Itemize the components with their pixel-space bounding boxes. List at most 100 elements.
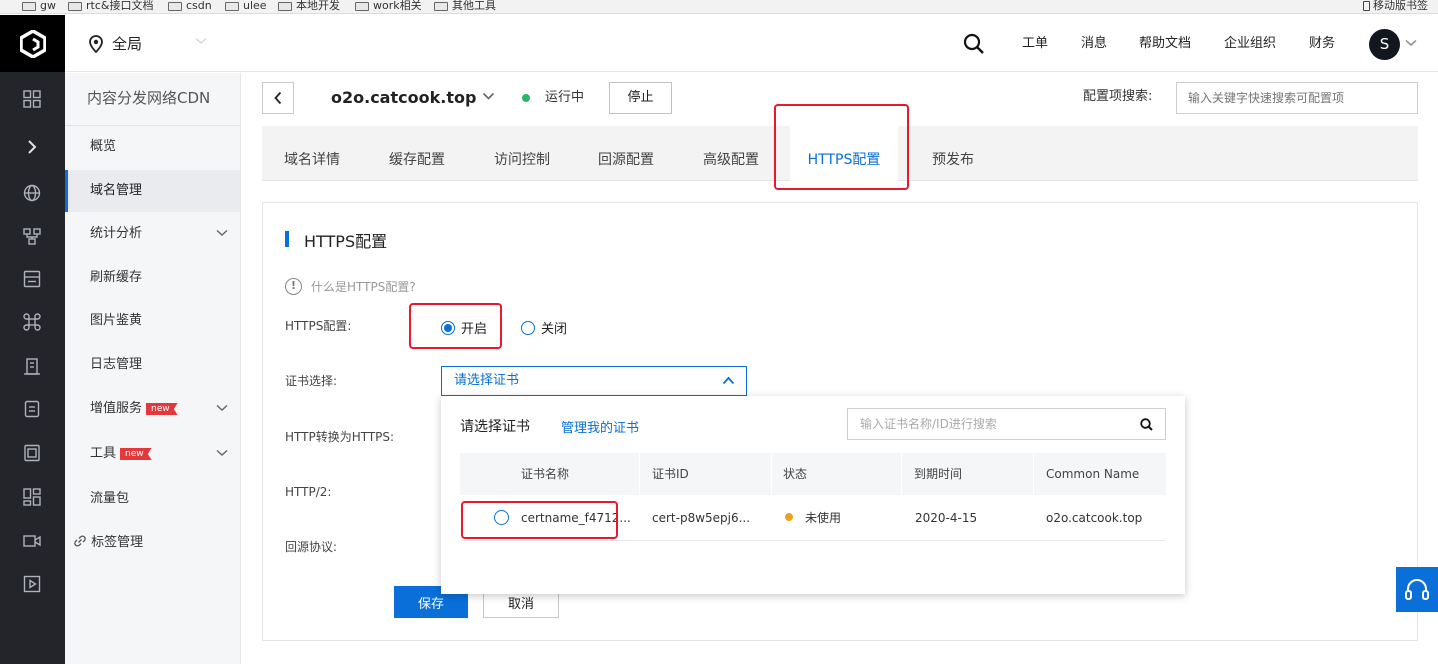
radio-unchecked-icon [521,320,535,335]
database-icon[interactable] [22,399,42,419]
globe-icon[interactable] [22,183,42,203]
chevron-down-icon [216,404,228,411]
logo[interactable] [0,15,65,72]
https-on-radio[interactable]: 开启 [441,318,487,337]
sidebar-item-image-review[interactable]: 图片鉴黄 [65,300,240,342]
config-search-input[interactable] [1176,82,1418,114]
headset-icon [1405,578,1429,600]
chevron-down-icon[interactable] [195,37,207,45]
domain-name: o2o.catcook.top [331,88,477,107]
bookmark-rtc[interactable]: rtc&接口文档 [68,0,153,12]
config-search-label: 配置项搜索: [1083,89,1153,104]
table-row[interactable]: certname_f4712... cert-p8w5epj6... 未使用 2… [460,495,1166,541]
tab-origin-config[interactable]: 回源配置 [598,126,654,181]
folder-icon [68,1,82,11]
mobile-bookmarks[interactable]: 移动版书签 [1363,0,1428,12]
chevron-up-icon [722,376,735,385]
new-badge: new [120,448,152,460]
nav-ticket[interactable]: 工单 [1022,15,1048,72]
cert-name: certname_f4712... [521,511,631,525]
nav-help-docs[interactable]: 帮助文档 [1139,15,1191,72]
chevron-down-icon [216,449,228,456]
https-label: HTTPS配置: [285,319,352,333]
chevron-down-icon[interactable] [1405,39,1417,47]
search-icon[interactable] [1140,418,1153,431]
cert-label: 证书选择: [285,374,338,388]
chevron-down-icon[interactable] [482,92,495,101]
cert-radio[interactable] [494,510,509,525]
sidebar-item-overview[interactable]: 概览 [65,126,240,168]
folder-icon [278,1,292,11]
folder-icon [434,1,448,11]
bookmark-ulee[interactable]: ulee [225,0,267,12]
bookmark-work[interactable]: work相关 [355,0,422,12]
cert-id: cert-p8w5epj6... [652,511,751,525]
divider [1033,453,1034,495]
command-icon[interactable] [22,312,42,332]
sidebar-item-tags[interactable]: 标签管理 [65,522,240,564]
help-link[interactable]: ! 什么是HTTPS配置? [285,278,416,295]
stop-button[interactable]: 停止 [609,82,672,114]
sidebar-item-traffic-package[interactable]: 流量包 [65,478,240,520]
play-icon[interactable] [22,574,42,594]
sidebar-title: 内容分发网络CDN [87,89,211,107]
folder-icon [168,1,182,11]
column-header: 状态 [783,467,808,481]
nav-finance[interactable]: 财务 [1309,15,1335,72]
expand-chevron-icon[interactable] [22,137,42,157]
status-dot [785,513,793,521]
tab-https-config[interactable]: HTTPS配置 [790,126,898,181]
cert-common-name: o2o.catcook.top [1046,511,1143,525]
tab-advanced-config[interactable]: 高级配置 [703,126,759,181]
folder-icon [225,1,239,11]
region-selector[interactable]: 全局 [88,15,142,72]
bookmark-tools[interactable]: 其他工具 [434,0,496,12]
cert-search-input[interactable]: 输入证书名称/ID进行搜索 [847,408,1166,440]
bookmark-csdn[interactable]: csdn [168,0,212,12]
cert-table-header: 证书名称 证书ID 状态 到期时间 Common Name [460,453,1166,495]
grid-icon[interactable] [22,89,42,109]
sidebar-item-domain-management[interactable]: 域名管理 [65,170,240,212]
main-rail [0,15,65,664]
sidebar-item-tools[interactable]: 工具 new [65,433,240,475]
http-to-https-label: HTTP转换为HTTPS: [285,430,395,444]
tab-access-control[interactable]: 访问控制 [494,126,550,181]
http2-label: HTTP/2: [285,485,332,499]
tab-domain-details[interactable]: 域名详情 [284,126,340,181]
chevron-down-icon [216,229,228,236]
building-icon[interactable] [22,356,42,376]
bookmark-gw[interactable]: gw [22,0,56,12]
network-icon[interactable] [22,226,42,246]
bookmarks-bar: gw rtc&接口文档 csdn ulee 本地开发 work相关 其他工具 移… [0,0,1438,14]
dropdown-title: 请选择证书 [460,419,530,435]
divider [639,453,640,495]
nav-messages[interactable]: 消息 [1081,15,1107,72]
bookmark-local-dev[interactable]: 本地开发 [278,0,340,12]
nav-organization[interactable]: 企业组织 [1224,15,1276,72]
top-header: 全局 工单 消息 帮助文档 企业组织 财务 S [65,15,1438,72]
manage-certs-link[interactable]: 管理我的证书 [561,417,639,436]
tab-cache-config[interactable]: 缓存配置 [389,126,445,181]
storage-icon[interactable] [22,269,42,289]
config-tabs: 域名详情 缓存配置 访问控制 回源配置 高级配置 HTTPS配置 预发布 [262,126,1418,181]
sidebar-item-refresh-cache[interactable]: 刷新缓存 [65,257,240,299]
server-icon[interactable] [22,443,42,463]
cert-select[interactable]: 请选择证书 [441,366,747,396]
sidebar-item-value-added[interactable]: 增值服务 new [65,388,240,430]
folder-icon [22,1,36,11]
cert-status: 未使用 [785,495,841,541]
divider [771,453,772,495]
support-button[interactable] [1396,567,1438,612]
sidebar-item-statistics[interactable]: 统计分析 [65,213,240,255]
product-sidebar: 内容分发网络CDN 概览 域名管理 统计分析 刷新缓存 图片鉴黄 日志管理 增值… [65,73,241,664]
section-title: HTTPS配置 [304,232,388,251]
sidebar-item-logs[interactable]: 日志管理 [65,344,240,386]
https-off-radio[interactable]: 关闭 [521,318,567,337]
column-header: 证书名称 [521,467,570,481]
back-button[interactable] [262,82,294,114]
dashboard-icon[interactable] [22,487,42,507]
search-icon[interactable] [963,33,985,55]
tab-pre-release[interactable]: 预发布 [932,126,974,181]
video-icon[interactable] [22,531,42,551]
avatar[interactable]: S [1369,29,1400,60]
